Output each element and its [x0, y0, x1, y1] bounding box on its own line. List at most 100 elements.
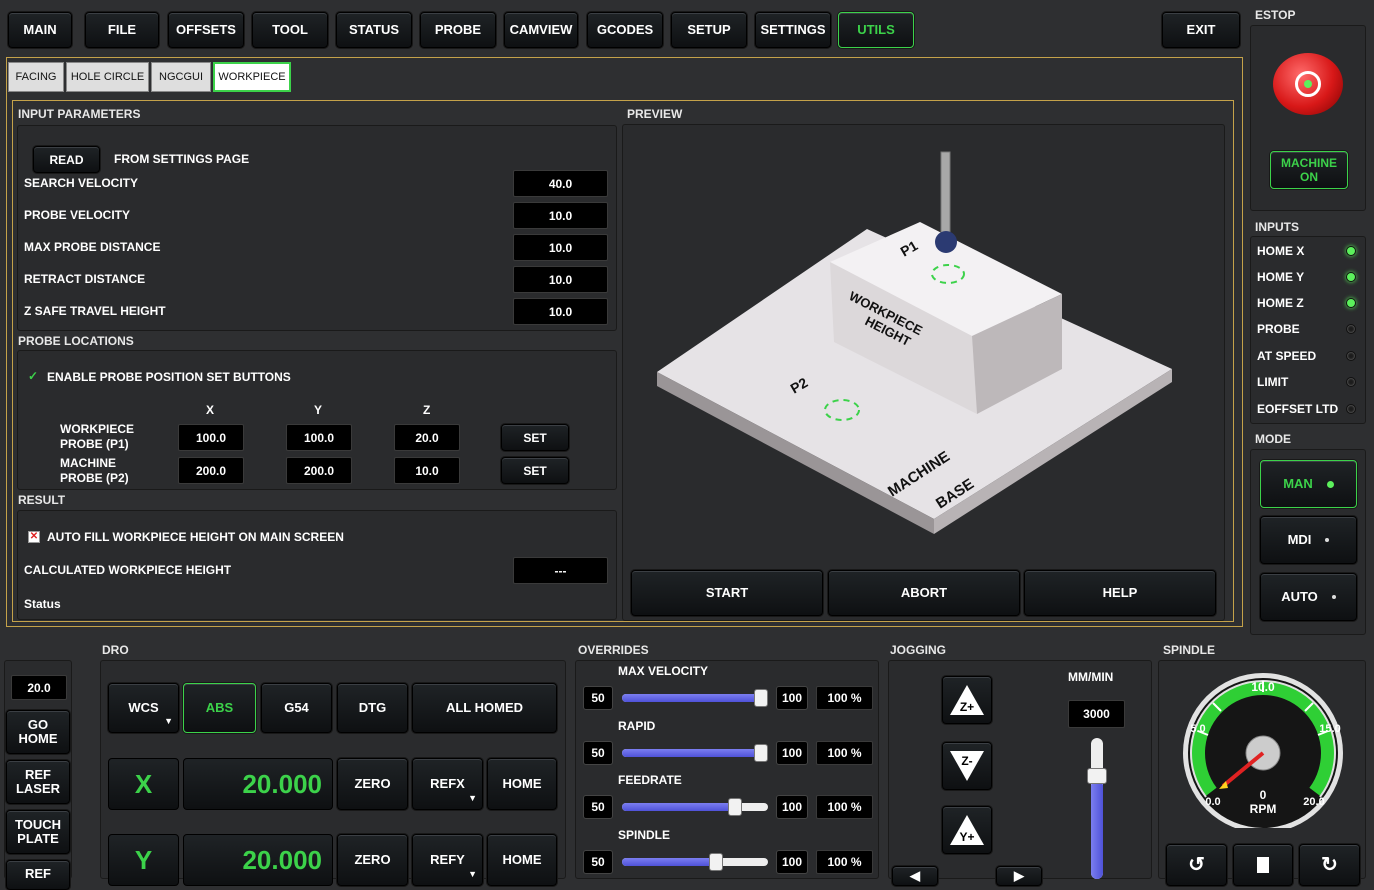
abs-button[interactable]: ABS — [183, 683, 256, 733]
g54-button[interactable]: G54 — [261, 683, 332, 733]
nav-gcodes[interactable]: GCODES — [587, 12, 663, 48]
override-max-velocity-slider-handle[interactable] — [754, 689, 768, 707]
all-homed-button[interactable]: ALL HOMED — [412, 683, 557, 733]
spindle-stop-button[interactable] — [1233, 844, 1293, 886]
ref-button[interactable]: REF — [6, 860, 70, 890]
nav-file[interactable]: FILE — [85, 12, 159, 48]
col-y-header: Y — [314, 403, 323, 417]
autofill-checkbox[interactable]: ✕ — [28, 531, 40, 543]
probe-velocity-input[interactable]: 10.0 — [513, 202, 608, 229]
refy-button[interactable]: REFY ▼ — [412, 834, 483, 886]
x-zero-button[interactable]: ZERO — [337, 758, 408, 810]
go-home-label-2: HOME — [18, 731, 58, 746]
retract-distance-input[interactable]: 10.0 — [513, 266, 608, 293]
jog-zplus-button[interactable]: Z+ — [942, 676, 992, 724]
p2-x-input[interactable]: 200.0 — [178, 457, 244, 484]
machine-on-label-2: ON — [1300, 170, 1318, 184]
input-home-x-label: HOME X — [1257, 244, 1305, 258]
wcs-label: WCS — [128, 700, 159, 715]
jogging-group — [888, 660, 1152, 879]
mode-auto-button[interactable]: AUTO — [1260, 573, 1357, 621]
nav-utils[interactable]: UTILS — [838, 12, 914, 48]
y-home-button[interactable]: HOME — [487, 834, 557, 886]
nav-tool[interactable]: TOOL — [252, 12, 328, 48]
p2-set-button[interactable]: SET — [501, 457, 569, 484]
input-probe-led — [1346, 324, 1356, 334]
nav-exit[interactable]: EXIT — [1162, 12, 1240, 48]
mode-man-button[interactable]: MAN — [1260, 460, 1357, 508]
start-button[interactable]: START — [631, 570, 823, 616]
jog-rate-slider-handle[interactable] — [1087, 768, 1107, 784]
override-rapid-slider-handle[interactable] — [754, 744, 768, 762]
max-probe-distance-input[interactable]: 10.0 — [513, 234, 608, 261]
tab-hole-circle[interactable]: HOLE CIRCLE — [66, 62, 149, 92]
read-button[interactable]: READ — [33, 146, 100, 173]
tab-facing[interactable]: FACING — [8, 62, 64, 92]
y-axis-value: 20.000 — [183, 834, 333, 886]
refx-button[interactable]: REFX ▼ — [412, 758, 483, 810]
touch-plate-button[interactable]: TOUCH PLATE — [6, 810, 70, 854]
enable-checkbox[interactable]: ✓ — [28, 369, 38, 383]
mode-mdi-button[interactable]: MDI — [1260, 516, 1357, 564]
abort-button[interactable]: ABORT — [828, 570, 1020, 616]
spindle-forward-button[interactable]: ↻ — [1299, 844, 1360, 886]
go-home-button[interactable]: GO HOME — [6, 710, 70, 754]
nav-camview[interactable]: CAMVIEW — [504, 12, 578, 48]
estop-button[interactable] — [1273, 53, 1343, 115]
search-velocity-input[interactable]: 40.0 — [513, 170, 608, 197]
wcs-button[interactable]: WCS ▼ — [108, 683, 179, 733]
override-feedrate-slider-fill — [622, 803, 735, 811]
spindle-reverse-button[interactable]: ↺ — [1166, 844, 1227, 886]
z-safe-height-input[interactable]: 10.0 — [513, 298, 608, 325]
ref-laser-label-2: LASER — [15, 781, 61, 796]
p1-y-input[interactable]: 100.0 — [286, 424, 352, 451]
left-value-field[interactable]: 20.0 — [11, 675, 67, 700]
y-zero-button[interactable]: ZERO — [337, 834, 408, 886]
override-feedrate-max: 100 — [776, 795, 808, 819]
jog-rate-field[interactable]: 3000 — [1068, 700, 1125, 728]
dtg-button[interactable]: DTG — [337, 683, 408, 733]
estop-title: ESTOP — [1255, 8, 1296, 22]
nav-status[interactable]: STATUS — [336, 12, 412, 48]
go-home-label-1: GO — [27, 717, 49, 732]
p1-set-button[interactable]: SET — [501, 424, 569, 451]
jog-xplus-button[interactable]: ▶ — [996, 866, 1042, 886]
tab-workpiece[interactable]: WORKPIECE — [213, 62, 291, 92]
tab-ngcgui[interactable]: NGCGUI — [151, 62, 211, 92]
p1-z-input[interactable]: 20.0 — [394, 424, 460, 451]
input-home-x-led — [1346, 246, 1356, 256]
p2-y-input[interactable]: 200.0 — [286, 457, 352, 484]
override-rapid-slider-fill — [622, 749, 761, 757]
autofill-label: AUTO FILL WORKPIECE HEIGHT ON MAIN SCREE… — [47, 530, 344, 544]
nav-offsets[interactable]: OFFSETS — [168, 12, 244, 48]
z-safe-height-label: Z SAFE TRAVEL HEIGHT — [24, 304, 166, 318]
p2-label-line2: PROBE (P2) — [60, 471, 129, 485]
ref-laser-button[interactable]: REF LASER — [6, 760, 70, 804]
help-button[interactable]: HELP — [1024, 570, 1216, 616]
svg-text:Y+: Y+ — [959, 830, 974, 844]
machine-on-button[interactable]: MACHINE ON — [1270, 151, 1348, 189]
p2-z-input[interactable]: 10.0 — [394, 457, 460, 484]
gauge-tick-20: 20.0 — [1303, 796, 1324, 808]
nav-main[interactable]: MAIN — [8, 12, 72, 48]
input-home-y-label: HOME Y — [1257, 270, 1305, 284]
override-spindle-min: 50 — [583, 850, 613, 874]
p1-x-input[interactable]: 100.0 — [178, 424, 244, 451]
x-home-button[interactable]: HOME — [487, 758, 557, 810]
power-icon — [1295, 71, 1321, 97]
override-feedrate-slider-handle[interactable] — [727, 798, 742, 816]
jog-zminus-button[interactable]: Z- — [942, 742, 992, 790]
search-velocity-label: SEARCH VELOCITY — [24, 176, 139, 190]
nav-setup[interactable]: SETUP — [671, 12, 747, 48]
jog-yplus-button[interactable]: Y+ — [942, 806, 992, 854]
gauge-tick-10: 10.0 — [1251, 680, 1275, 694]
nav-settings[interactable]: SETTINGS — [755, 12, 831, 48]
x-axis-value: 20.000 — [183, 758, 333, 810]
override-rapid-percent: 100 % — [816, 741, 873, 765]
nav-probe[interactable]: PROBE — [420, 12, 496, 48]
preview-illustration: P1 P2 WORKPIECE HEIGHT MACHINE BASE — [657, 151, 1172, 534]
input-limit-label: LIMIT — [1257, 375, 1289, 389]
jog-xminus-button[interactable]: ◀ — [892, 866, 938, 886]
override-spindle-slider-handle[interactable] — [709, 853, 724, 871]
col-x-header: X — [206, 403, 215, 417]
